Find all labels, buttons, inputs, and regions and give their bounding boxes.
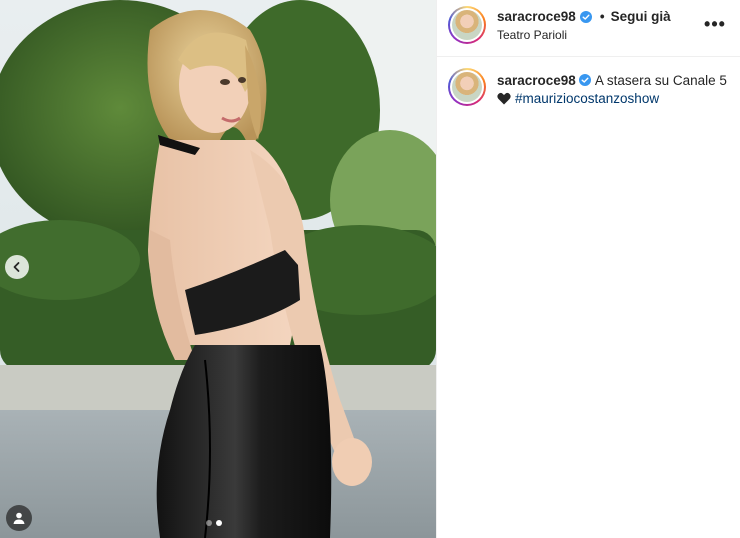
- follow-button[interactable]: Segui già: [611, 9, 671, 24]
- caption-avatar[interactable]: [448, 68, 486, 106]
- location-link[interactable]: Teatro Parioli: [497, 28, 567, 42]
- post-header: saracroce98 • Segui già Teatro Parioli •…: [437, 0, 740, 57]
- username-link[interactable]: saracroce98: [497, 9, 576, 24]
- carousel-dot-active: [216, 520, 222, 526]
- previous-slide-button[interactable]: [5, 255, 29, 279]
- black-heart-icon: [497, 92, 511, 105]
- caption-username-link[interactable]: saracroce98: [497, 73, 576, 88]
- verified-badge-icon: [578, 74, 591, 86]
- carousel-indicator: [206, 520, 222, 526]
- more-options-button[interactable]: •••: [704, 14, 726, 34]
- separator-dot: •: [599, 9, 605, 24]
- avatar[interactable]: [448, 6, 486, 44]
- header-user-line: saracroce98 • Segui già: [497, 9, 671, 24]
- post-side-panel: saracroce98 • Segui già Teatro Parioli •…: [436, 0, 740, 538]
- photo-illustration: [0, 0, 436, 538]
- carousel-dot: [206, 520, 212, 526]
- user-tag-icon: [13, 512, 25, 524]
- caption-text: saracroce98 A stasera su Canale 5 #mauriz…: [497, 72, 727, 108]
- post-photo[interactable]: [0, 0, 436, 538]
- hashtag-link[interactable]: #mauriziocostanzoshow: [515, 91, 659, 106]
- avatar-image: [452, 10, 482, 40]
- caption-avatar-image: [452, 72, 482, 102]
- more-options-icon: •••: [704, 13, 726, 34]
- tagged-users-button[interactable]: [6, 505, 32, 531]
- verified-badge-icon: [579, 10, 592, 23]
- caption-body: A stasera su Canale 5: [594, 73, 727, 88]
- chevron-left-icon: [13, 262, 20, 272]
